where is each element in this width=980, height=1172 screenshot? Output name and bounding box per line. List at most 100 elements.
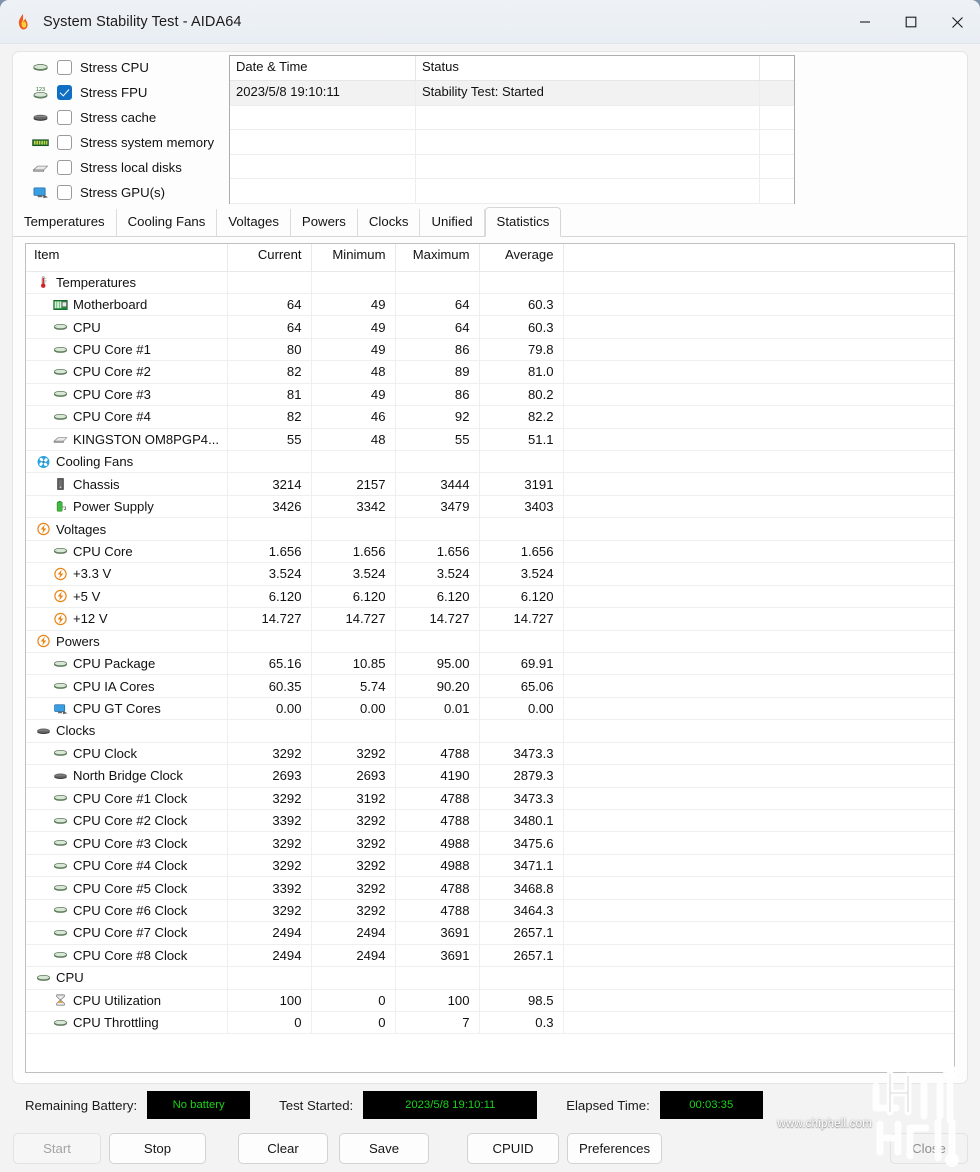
stat-spacer-cell [563, 921, 954, 945]
log-row[interactable] [230, 105, 794, 131]
col-current[interactable]: Current [227, 244, 312, 272]
stat-item-cell: CPU Core #2 Clock [26, 809, 228, 833]
log-row[interactable]: 2023/5/8 19:10:11 Stability Test: Started [230, 81, 794, 106]
tab-powers[interactable]: Powers [291, 209, 358, 236]
stress-checkbox[interactable] [57, 110, 72, 125]
statistics-table-container[interactable]: Item Current Minimum Maximum Average Tem… [25, 243, 955, 1073]
close-button[interactable]: Close [890, 1133, 968, 1164]
stat-maximum-cell [395, 517, 480, 541]
table-row[interactable]: CPU Core 1.656 1.656 1.656 1.656 [26, 540, 954, 564]
stat-item-label: Clocks [56, 723, 96, 739]
table-row[interactable]: CPU GT Cores 0.00 0.00 0.01 0.00 [26, 697, 954, 721]
cpu-chip-icon [51, 1015, 70, 1030]
log-col-extra[interactable] [760, 56, 794, 81]
table-row[interactable]: +5 V 6.120 6.120 6.120 6.120 [26, 585, 954, 609]
table-row[interactable]: CPU [26, 966, 954, 990]
log-col-status[interactable]: Status [416, 56, 760, 81]
stress-checkbox[interactable] [57, 185, 72, 200]
table-row[interactable]: CPU Core #4 82 46 92 82.2 [26, 405, 954, 429]
table-row[interactable]: CPU Core #2 82 48 89 81.0 [26, 360, 954, 384]
stat-minimum-cell: 3292 [311, 809, 396, 833]
preferences-button[interactable]: Preferences [567, 1133, 662, 1164]
table-row[interactable]: CPU Clock 3292 3292 4788 3473.3 [26, 742, 954, 766]
col-average[interactable]: Average [479, 244, 564, 272]
stop-button[interactable]: Stop [109, 1133, 206, 1164]
cpuid-button[interactable]: CPUID [467, 1133, 559, 1164]
table-row[interactable]: CPU Core #6 Clock 3292 3292 4788 3464.3 [26, 899, 954, 923]
event-log-grid[interactable]: Date & Time Status 2023/5/8 19:10:11 Stab… [229, 55, 795, 204]
table-row[interactable]: CPU Core #7 Clock 2494 2494 3691 2657.1 [26, 921, 954, 945]
stat-maximum-cell: 89 [395, 360, 480, 384]
log-cell-status [416, 154, 760, 180]
table-row[interactable]: Cooling Fans [26, 450, 954, 474]
table-row[interactable]: CPU IA Cores 60.35 5.74 90.20 65.06 [26, 674, 954, 698]
col-maximum[interactable]: Maximum [395, 244, 480, 272]
stress-checkbox[interactable] [57, 85, 72, 100]
tab-voltages[interactable]: Voltages [217, 209, 291, 236]
voltage-bolt-icon [34, 522, 53, 537]
table-row[interactable]: CPU Core #2 Clock 3392 3292 4788 3480.1 [26, 809, 954, 833]
table-row[interactable]: +12 V 14.727 14.727 14.727 14.727 [26, 607, 954, 631]
table-row[interactable]: KINGSTON OM8PGP4... 55 48 55 51.1 [26, 428, 954, 452]
stress-option-row[interactable]: 123 Stress FPU [29, 80, 214, 105]
table-row[interactable]: CPU Core #1 Clock 3292 3192 4788 3473.3 [26, 787, 954, 811]
stat-average-cell: 82.2 [479, 405, 564, 429]
table-row[interactable]: CPU Core #1 80 49 86 79.8 [26, 338, 954, 362]
stat-item-label: Cooling Fans [56, 454, 134, 470]
log-row[interactable] [230, 154, 794, 180]
stress-checkbox[interactable] [57, 60, 72, 75]
table-row[interactable]: CPU Core #8 Clock 2494 2494 3691 2657.1 [26, 944, 954, 968]
maximize-icon[interactable] [888, 0, 934, 44]
table-row[interactable]: Temperatures [26, 271, 954, 294]
stat-maximum-cell: 1.656 [395, 540, 480, 564]
stat-spacer-cell [563, 876, 954, 900]
table-row[interactable]: Motherboard 64 49 64 60.3 [26, 293, 954, 317]
stress-option-row[interactable]: Stress local disks [29, 155, 214, 180]
table-row[interactable]: CPU 64 49 64 60.3 [26, 315, 954, 339]
stat-average-cell [479, 966, 564, 990]
stress-option-row[interactable]: Stress CPU [29, 55, 214, 80]
table-row[interactable]: CPU Throttling 0 0 7 0.3 [26, 1011, 954, 1035]
tab-cooling-fans[interactable]: Cooling Fans [117, 209, 218, 236]
table-row[interactable]: Chassis 3214 2157 3444 3191 [26, 472, 954, 496]
table-row[interactable]: Powers [26, 630, 954, 653]
stress-checkbox[interactable] [57, 135, 72, 150]
tab-statistics[interactable]: Statistics [484, 207, 562, 237]
log-row[interactable] [230, 130, 794, 155]
table-row[interactable]: North Bridge Clock 2693 2693 4190 2879.3 [26, 764, 954, 788]
fpu-chip-icon: 123 [29, 84, 51, 102]
tab-clocks[interactable]: Clocks [358, 209, 421, 236]
table-row[interactable]: Voltages [26, 517, 954, 541]
log-col-datetime[interactable]: Date & Time [230, 56, 416, 81]
table-row[interactable]: Power Supply 3426 3342 3479 3403 [26, 495, 954, 519]
tab-temperatures[interactable]: Temperatures [13, 209, 117, 236]
stress-option-row[interactable]: Stress cache [29, 105, 214, 130]
log-row[interactable] [230, 179, 794, 204]
stat-minimum-cell: 2157 [311, 472, 396, 496]
col-minimum[interactable]: Minimum [311, 244, 396, 272]
stress-option-row[interactable]: Stress system memory [29, 130, 214, 155]
stat-minimum-cell: 49 [311, 315, 396, 339]
motherboard-icon [51, 297, 70, 312]
table-row[interactable]: CPU Core #3 Clock 3292 3292 4988 3475.6 [26, 831, 954, 855]
stat-item-cell: CPU [26, 315, 228, 339]
stress-option-label: Stress CPU [80, 60, 149, 75]
stat-current-cell: 1.656 [227, 540, 312, 564]
stat-item-cell: CPU Core [26, 540, 228, 564]
col-item[interactable]: Item [26, 244, 228, 272]
save-button[interactable]: Save [339, 1133, 429, 1164]
table-row[interactable]: CPU Core #5 Clock 3392 3292 4788 3468.8 [26, 876, 954, 900]
table-row[interactable]: CPU Package 65.16 10.85 95.00 69.91 [26, 652, 954, 676]
stat-minimum-cell [311, 630, 396, 653]
table-row[interactable]: CPU Utilization 100 0 100 98.5 [26, 989, 954, 1012]
close-icon[interactable] [934, 0, 980, 44]
table-row[interactable]: Clocks [26, 719, 954, 743]
stress-checkbox[interactable] [57, 160, 72, 175]
table-row[interactable]: +3.3 V 3.524 3.524 3.524 3.524 [26, 562, 954, 586]
clear-button[interactable]: Clear [238, 1133, 328, 1164]
tab-unified[interactable]: Unified [420, 209, 485, 236]
table-row[interactable]: CPU Core #4 Clock 3292 3292 4988 3471.1 [26, 854, 954, 878]
minimize-icon[interactable] [842, 0, 888, 44]
stress-option-row[interactable]: Stress GPU(s) [29, 180, 214, 205]
table-row[interactable]: CPU Core #3 81 49 86 80.2 [26, 383, 954, 407]
